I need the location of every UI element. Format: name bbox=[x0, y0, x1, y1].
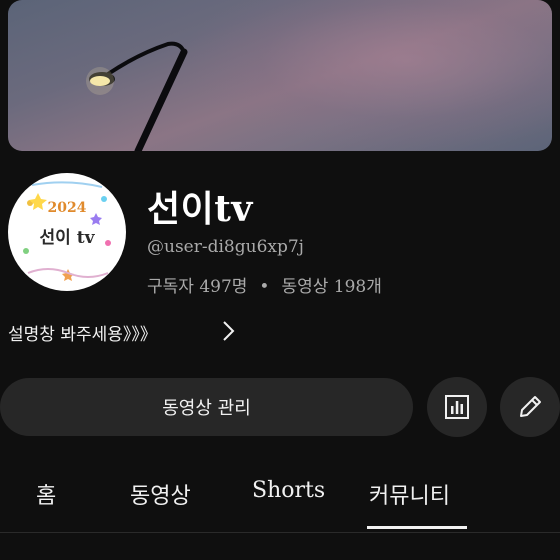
pencil-icon bbox=[520, 396, 541, 417]
channel-tabs: 홈 동영상 Shorts 커뮤니티 bbox=[0, 470, 560, 533]
tab-community[interactable]: 커뮤니티 bbox=[369, 478, 450, 510]
channel-stats: 구독자 497명 • 동영상 198개 bbox=[147, 272, 382, 297]
avatar-year-text: 2024 bbox=[47, 200, 87, 216]
video-count: 동영상 198개 bbox=[281, 277, 382, 297]
manage-videos-button[interactable]: 동영상 관리 bbox=[0, 378, 413, 436]
avatar-text: 선이 tv bbox=[39, 228, 95, 248]
channel-name: 선이tv bbox=[147, 188, 253, 230]
tab-shorts[interactable]: Shorts bbox=[252, 478, 325, 503]
edit-channel-button[interactable] bbox=[500, 377, 560, 437]
channel-avatar[interactable]: 2024 선이 tv bbox=[8, 173, 126, 291]
stats-separator: • bbox=[259, 277, 270, 297]
chevron-right-icon[interactable] bbox=[220, 319, 238, 343]
tab-home[interactable]: 홈 bbox=[36, 478, 56, 510]
analytics-button[interactable] bbox=[427, 377, 487, 437]
tab-videos[interactable]: 동영상 bbox=[130, 478, 191, 510]
channel-handle: @user-di8gu6xp7j bbox=[147, 237, 304, 257]
bar-chart-icon bbox=[445, 395, 469, 419]
selected-tab-indicator bbox=[367, 526, 467, 529]
subscriber-count: 구독자 497명 bbox=[147, 277, 248, 297]
channel-page: 2024 선이 tv 선이tv @user-di8gu6xp7j 구독자 497… bbox=[0, 0, 560, 560]
channel-description[interactable]: 설명창 봐주세용》》》 bbox=[8, 320, 157, 345]
channel-banner bbox=[8, 0, 552, 151]
